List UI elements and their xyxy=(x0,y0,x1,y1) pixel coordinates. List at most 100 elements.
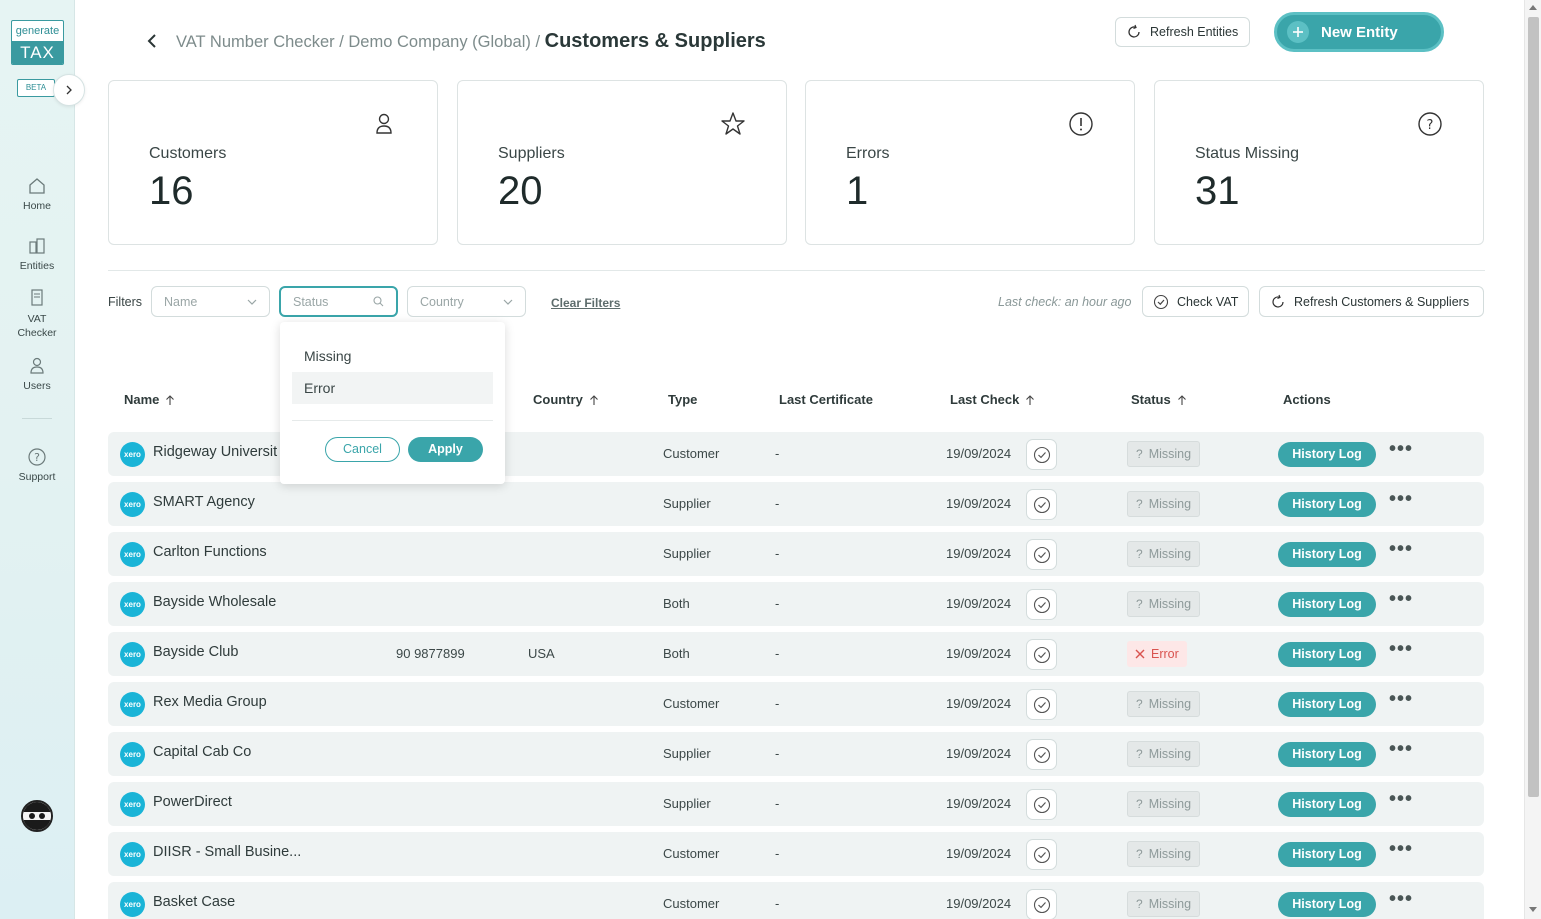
status-option-missing[interactable]: Missing xyxy=(292,340,493,372)
column-header-status[interactable]: Status xyxy=(1131,392,1187,407)
entity-name[interactable]: Bayside Wholesale xyxy=(153,594,276,610)
dropdown-cancel-button[interactable]: Cancel xyxy=(325,437,400,462)
more-actions-icon[interactable]: ••• xyxy=(1389,839,1413,866)
table-row[interactable]: xero Capital Cab Co Supplier - 19/09/2024? Mi… xyxy=(108,732,1484,776)
more-actions-icon[interactable]: ••• xyxy=(1389,639,1413,666)
entity-type: Both xyxy=(663,596,690,611)
check-vat-row-button[interactable] xyxy=(1026,589,1057,620)
section-divider xyxy=(108,270,1485,271)
entity-name[interactable]: Capital Cab Co xyxy=(153,744,251,760)
breadcrumb-parent[interactable]: VAT Number Checker / Demo Company (Globa… xyxy=(176,33,540,51)
sidebar-collapse-button[interactable] xyxy=(53,74,85,106)
table-row[interactable]: xero Rex Media Group Customer - 19/09/2024? M… xyxy=(108,682,1484,726)
country-filter-select[interactable]: Country xyxy=(407,286,526,317)
column-header-country[interactable]: Country xyxy=(533,392,599,407)
check-vat-row-button[interactable] xyxy=(1026,489,1057,520)
history-log-button[interactable]: History Log xyxy=(1278,742,1376,767)
new-entity-button[interactable]: New Entity xyxy=(1274,12,1444,52)
status-badge: ? Missing xyxy=(1127,441,1201,467)
history-log-button[interactable]: History Log xyxy=(1278,542,1376,567)
entity-name[interactable]: SMART Agency xyxy=(153,494,255,510)
check-vat-row-button[interactable] xyxy=(1026,889,1057,919)
entity-name[interactable]: Rex Media Group xyxy=(153,694,267,710)
stat-card-status-missing[interactable]: ? Status Missing 31 xyxy=(1154,80,1484,245)
entity-name[interactable]: Ridgeway Universit xyxy=(153,444,277,460)
refresh-customers-suppliers-button[interactable]: Refresh Customers & Suppliers xyxy=(1259,286,1484,317)
check-vat-row-button[interactable] xyxy=(1026,839,1057,870)
clear-filters-link[interactable]: Clear Filters xyxy=(551,296,620,310)
sidebar-item-vat-checker[interactable]: VAT Checker xyxy=(0,288,74,340)
more-actions-icon[interactable]: ••• xyxy=(1389,689,1413,716)
avatar[interactable] xyxy=(21,800,53,832)
history-log-button[interactable]: History Log xyxy=(1278,592,1376,617)
history-log-button[interactable]: History Log xyxy=(1278,842,1376,867)
status-filter-select[interactable]: Status xyxy=(279,286,398,317)
sidebar-item-label: VAT Checker xyxy=(17,313,57,339)
status-badge: ? Missing xyxy=(1127,591,1201,617)
table-row[interactable]: xero PowerDirect Supplier - 19/09/2024? Missi… xyxy=(108,782,1484,826)
sidebar-item-entities[interactable]: Entities xyxy=(0,236,74,272)
entity-type: Customer xyxy=(663,896,720,911)
history-log-button[interactable]: History Log xyxy=(1278,442,1376,467)
xero-icon: xero xyxy=(120,542,145,567)
check-vat-row-button[interactable] xyxy=(1026,789,1057,820)
history-log-button[interactable]: History Log xyxy=(1278,642,1376,667)
table-row[interactable]: xero SMART Agency Supplier - 19/09/2024? Miss… xyxy=(108,482,1484,526)
scroll-down-arrow-icon[interactable] xyxy=(1529,907,1537,912)
entity-name[interactable]: PowerDirect xyxy=(153,794,232,810)
table-row[interactable]: xero Bayside Club 90 9877899 USA Both - 19/09/… xyxy=(108,632,1484,676)
logo-bottom-text: TAX xyxy=(12,41,63,64)
history-log-button[interactable]: History Log xyxy=(1278,792,1376,817)
stat-card-errors[interactable]: Errors 1 xyxy=(805,80,1135,245)
sidebar-item-home[interactable]: Home xyxy=(0,176,74,212)
column-header-name[interactable]: Name xyxy=(124,392,175,407)
entity-name[interactable]: Bayside Club xyxy=(153,644,238,660)
scroll-up-arrow-icon[interactable] xyxy=(1529,5,1537,10)
question-mark-icon: ? xyxy=(1136,897,1143,911)
more-actions-icon[interactable]: ••• xyxy=(1389,439,1413,466)
more-actions-icon[interactable]: ••• xyxy=(1389,589,1413,616)
check-vat-row-button[interactable] xyxy=(1026,739,1057,770)
page-scrollbar[interactable] xyxy=(1524,0,1541,919)
question-mark-icon: ? xyxy=(1136,497,1143,511)
check-vat-row-button[interactable] xyxy=(1026,639,1057,670)
entity-type: Customer xyxy=(663,696,720,711)
scrollbar-thumb[interactable] xyxy=(1528,17,1539,797)
dropdown-apply-button[interactable]: Apply xyxy=(408,437,483,462)
history-log-button[interactable]: History Log xyxy=(1278,492,1376,517)
more-actions-icon[interactable]: ••• xyxy=(1389,539,1413,566)
sidebar-item-support[interactable]: ? Support xyxy=(0,447,74,483)
check-vat-button[interactable]: Check VAT xyxy=(1142,286,1249,317)
column-header-last-check[interactable]: Last Check xyxy=(950,392,1035,407)
stat-card-suppliers[interactable]: Suppliers 20 xyxy=(457,80,787,245)
table-row[interactable]: xero Carlton Functions Supplier - 19/09/2024… xyxy=(108,532,1484,576)
table-row[interactable]: xero DIISR - Small Busine... Customer - 19/0… xyxy=(108,832,1484,876)
entity-name[interactable]: DIISR - Small Busine... xyxy=(153,844,301,860)
check-vat-row-button[interactable] xyxy=(1026,689,1057,720)
history-log-button[interactable]: History Log xyxy=(1278,892,1376,917)
history-log-button[interactable]: History Log xyxy=(1278,692,1376,717)
table-row[interactable]: xero Bayside Wholesale Both - 19/09/2024? Mis… xyxy=(108,582,1484,626)
more-actions-icon[interactable]: ••• xyxy=(1389,489,1413,516)
entity-type: Supplier xyxy=(663,496,711,511)
refresh-entities-button[interactable]: Refresh Entities xyxy=(1115,17,1250,47)
entity-country: USA xyxy=(528,646,555,661)
column-header-last-certificate[interactable]: Last Certificate xyxy=(779,392,873,407)
entity-name[interactable]: Carlton Functions xyxy=(153,544,267,560)
column-header-type[interactable]: Type xyxy=(668,392,697,407)
name-filter-select[interactable]: Name xyxy=(151,286,270,317)
more-actions-icon[interactable]: ••• xyxy=(1389,889,1413,916)
country-filter-placeholder: Country xyxy=(420,294,464,309)
generate-tax-logo[interactable]: generate TAX xyxy=(11,20,64,65)
filters-label: Filters xyxy=(108,295,143,309)
table-row[interactable]: xero Basket Case Customer - 19/09/2024? Missi… xyxy=(108,882,1484,919)
check-vat-row-button[interactable] xyxy=(1026,539,1057,570)
sidebar-item-users[interactable]: Users xyxy=(0,356,74,392)
entity-name[interactable]: Basket Case xyxy=(153,894,235,910)
back-chevron-icon[interactable] xyxy=(143,31,163,51)
stat-card-customers[interactable]: Customers 16 xyxy=(108,80,438,245)
status-option-error[interactable]: Error xyxy=(292,372,493,404)
more-actions-icon[interactable]: ••• xyxy=(1389,739,1413,766)
more-actions-icon[interactable]: ••• xyxy=(1389,789,1413,816)
check-vat-row-button[interactable] xyxy=(1026,439,1057,470)
